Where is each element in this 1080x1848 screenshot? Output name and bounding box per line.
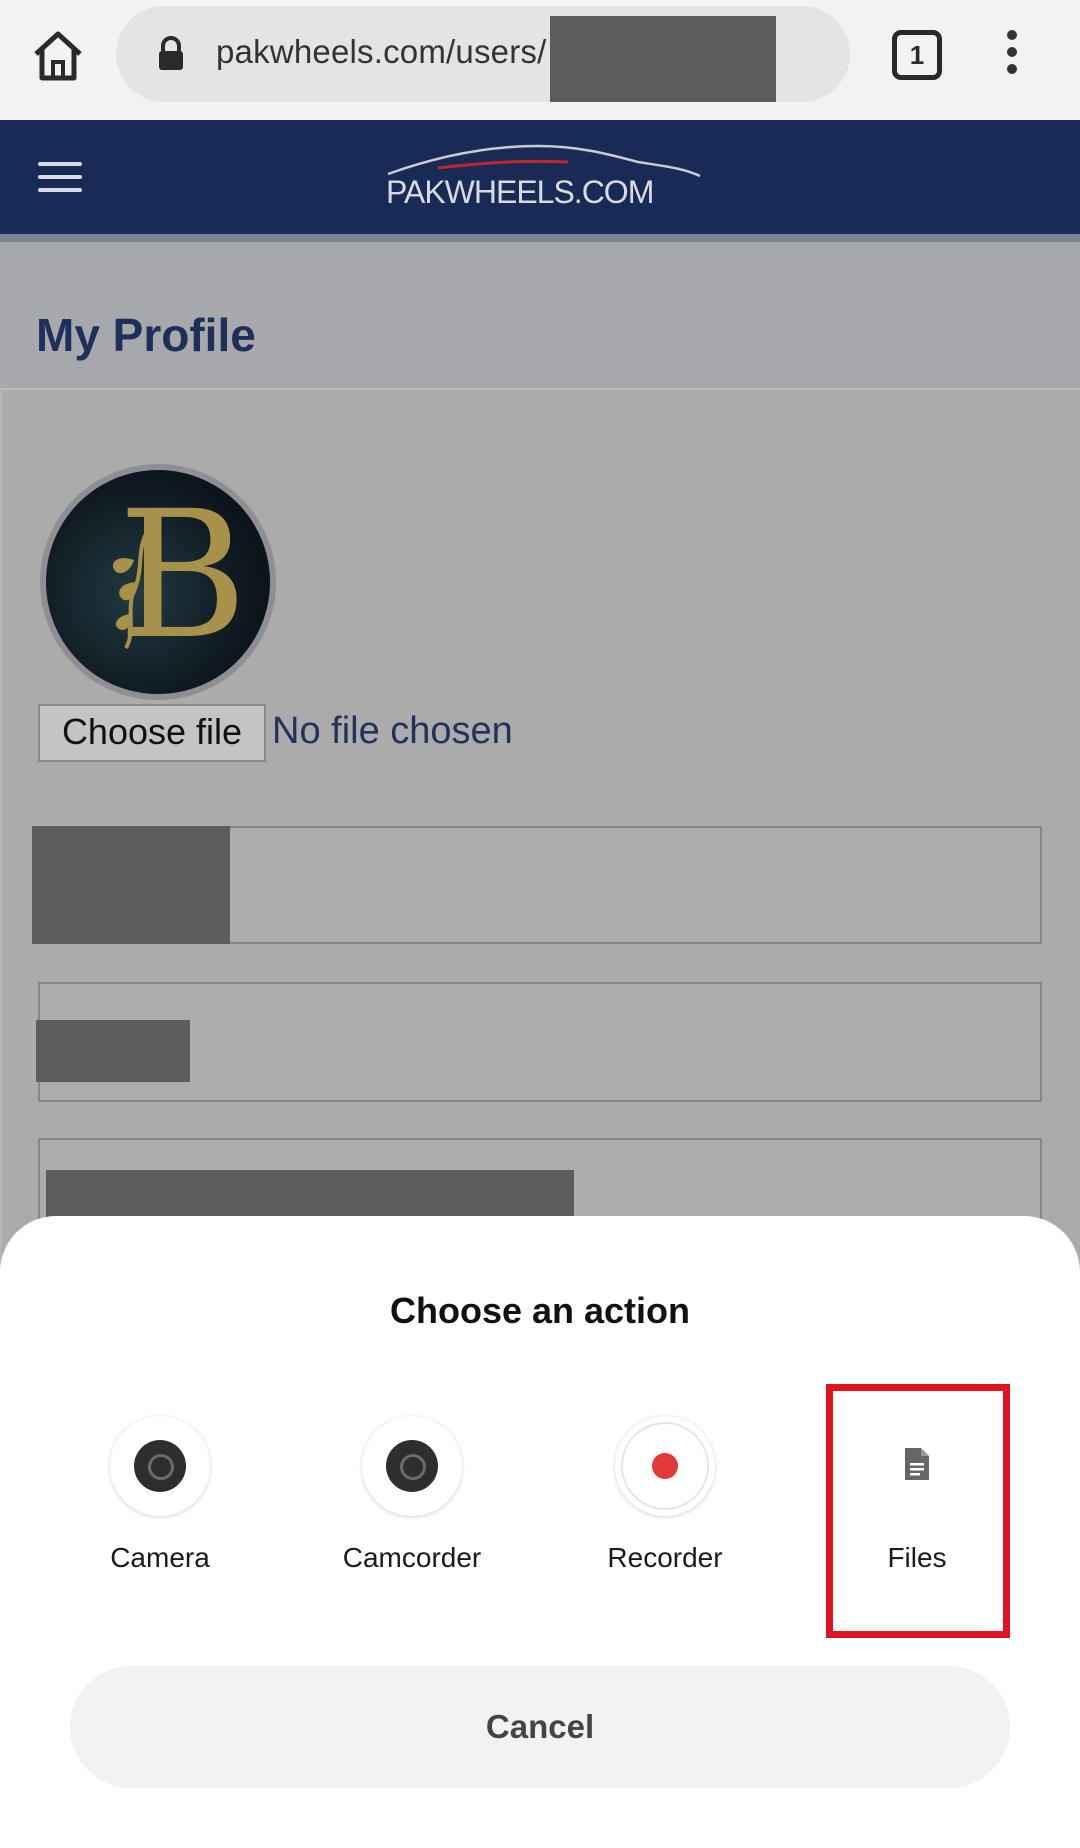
avatar-letter: B <box>118 473 248 678</box>
camcorder-option[interactable]: Camcorder <box>332 1416 492 1596</box>
camera-option[interactable]: Camera <box>80 1416 240 1596</box>
sheet-title: Choose an action <box>389 1290 691 1331</box>
recorder-icon <box>615 1416 715 1516</box>
redacted-url-segment <box>550 16 776 102</box>
tab-switcher-button[interactable]: 1 <box>892 30 942 80</box>
logo-text: PAKWHEELS.COM <box>386 174 654 210</box>
camcorder-label: Camcorder <box>342 1542 482 1573</box>
url-text: pakwheels.com/users/ <box>216 33 547 70</box>
header-divider <box>0 234 1080 242</box>
recorder-label: Recorder <box>607 1542 723 1573</box>
files-highlight-box <box>826 1384 1010 1638</box>
cancel-button[interactable]: Cancel <box>70 1666 1010 1788</box>
avatar: B <box>40 464 276 700</box>
pakwheels-logo[interactable]: PAKWHEELS.COM <box>378 138 704 220</box>
camera-icon <box>110 1416 210 1516</box>
recorder-option[interactable]: Recorder <box>585 1416 745 1596</box>
no-file-chosen-text: No file chosen <box>272 710 513 752</box>
choose-file-button[interactable]: Choose file <box>38 704 266 762</box>
lock-icon <box>156 36 186 72</box>
home-icon[interactable] <box>28 26 88 86</box>
camera-label: Camera <box>110 1542 210 1573</box>
camcorder-icon <box>362 1416 462 1516</box>
overflow-menu-icon[interactable] <box>998 30 1026 80</box>
site-header: PAKWHEELS.COM <box>0 120 1080 234</box>
redacted-name-value <box>32 826 230 944</box>
hamburger-menu-icon[interactable] <box>38 162 82 194</box>
page-title: My Profile <box>36 309 256 361</box>
address-bar[interactable]: pakwheels.com/users/ <box>116 6 850 102</box>
browser-toolbar: pakwheels.com/users/ 1 <box>0 0 1080 120</box>
redacted-email-value <box>36 1020 190 1082</box>
